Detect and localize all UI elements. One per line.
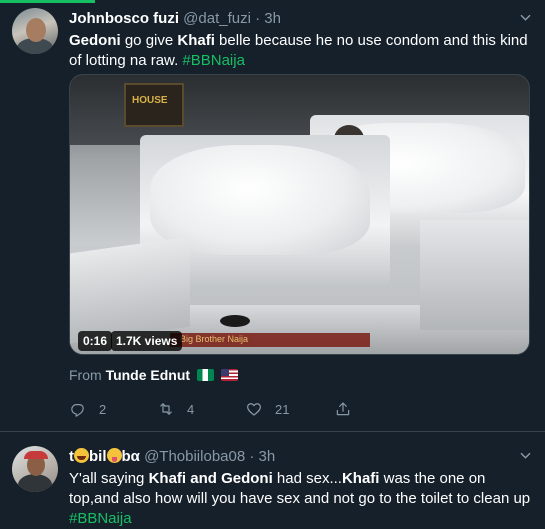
- laughing-emoji-icon: [74, 448, 89, 463]
- reply-icon: [71, 404, 84, 417]
- bold-segment: Khafi and Gedoni: [148, 470, 273, 487]
- display-name[interactable]: Johnbosco fuzi: [69, 10, 179, 27]
- text-segment: had sex...: [272, 470, 342, 487]
- tweet-header: Johnbosco fuzi @dat_fuzi · 3h: [69, 10, 281, 27]
- avatar[interactable]: [12, 8, 58, 54]
- separator: ·: [255, 10, 261, 27]
- tweet-text: Y'all saying Khafi and Gedoni had sex...…: [69, 469, 535, 529]
- display-name-part: bil: [89, 448, 107, 465]
- reply-button[interactable]: 2: [69, 398, 106, 420]
- avatar[interactable]: [12, 446, 58, 492]
- share-button[interactable]: [334, 398, 352, 420]
- timestamp[interactable]: 3h: [259, 448, 276, 465]
- handle[interactable]: @Thobiiloba08: [144, 448, 245, 465]
- retweet-count: 4: [187, 401, 195, 417]
- tweet[interactable]: Johnbosco fuzi @dat_fuzi · 3h Gedoni go …: [0, 0, 545, 432]
- reply-count: 2: [99, 401, 107, 417]
- source-name[interactable]: Tunde Ednut: [106, 367, 191, 383]
- tweet-actions: 2 4 21: [69, 398, 369, 420]
- tweet-text: Gedoni go give Khafi belle because he no…: [69, 31, 535, 71]
- handle[interactable]: @dat_fuzi: [183, 10, 251, 27]
- text-segment: Y'all saying: [69, 470, 149, 487]
- video-views: 1.7K views: [111, 331, 183, 351]
- text-segment: go give: [120, 32, 178, 49]
- retweet-button[interactable]: 4: [157, 398, 194, 420]
- separator: ·: [249, 448, 255, 465]
- display-name-part: bα: [121, 448, 140, 465]
- tweet[interactable]: t bil bα @Thobiiloba08 · 3h Y'all saying K…: [0, 432, 545, 527]
- retweet-icon: [160, 403, 172, 415]
- timestamp[interactable]: 3h: [264, 10, 281, 27]
- video-duration: 0:16: [78, 331, 113, 351]
- video-source: From Tunde Ednut: [69, 367, 238, 383]
- avatar-shirt: [18, 474, 52, 492]
- bold-segment: Khafi: [341, 470, 380, 487]
- share-icon: [336, 402, 350, 416]
- avatar-cap: [24, 451, 48, 459]
- like-button[interactable]: 21: [245, 398, 289, 420]
- hashtag-link[interactable]: #BBNaija: [182, 52, 245, 69]
- tweet-header: t bil bα @Thobiiloba08 · 3h: [69, 448, 275, 465]
- video-sign: HOUSE: [124, 83, 184, 127]
- nigeria-flag-icon: [196, 369, 214, 381]
- mention-khafi: Khafi: [177, 32, 215, 49]
- mention-gedoni: Gedoni: [69, 32, 121, 49]
- video-frame: HOUSE Big Brother Naija: [70, 75, 529, 354]
- chevron-down-icon[interactable]: [520, 12, 531, 23]
- tongue-emoji-icon: [106, 448, 122, 463]
- video-player[interactable]: HOUSE Big Brother Naija 0:16 1.7K views: [69, 74, 530, 355]
- like-count: 21: [275, 401, 290, 417]
- chevron-down-icon[interactable]: [520, 450, 531, 461]
- like-icon: [247, 403, 261, 416]
- hashtag-link[interactable]: #BBNaija: [69, 510, 132, 527]
- video-bed: [70, 236, 190, 344]
- video-ticker: Big Brother Naija: [170, 333, 370, 347]
- us-flag-icon: [220, 369, 238, 381]
- video-bed: [420, 220, 529, 330]
- display-name[interactable]: t bil bα: [69, 448, 140, 465]
- video-slipper: [220, 315, 250, 327]
- source-prefix: From: [69, 367, 106, 383]
- avatar-face: [26, 18, 46, 42]
